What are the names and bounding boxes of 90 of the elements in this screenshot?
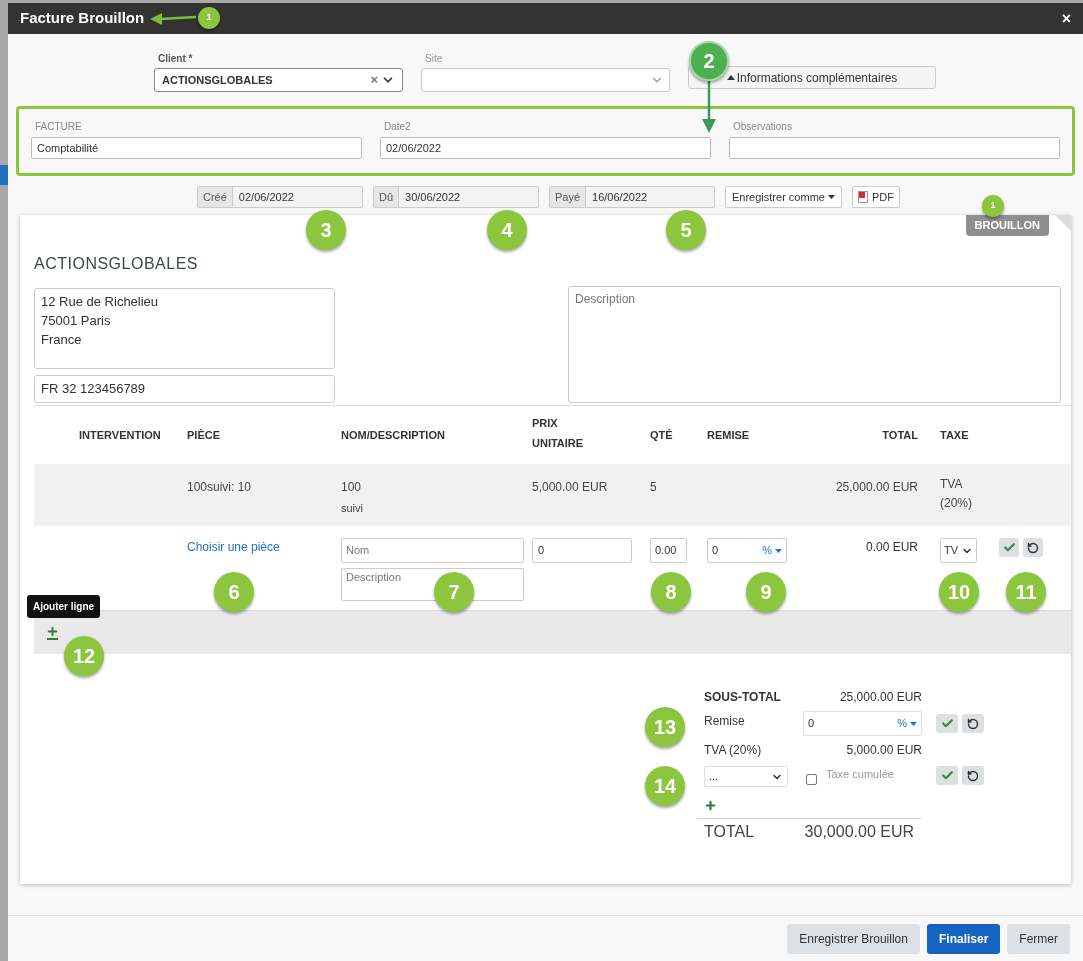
name-field[interactable]: Nom: [341, 538, 524, 563]
choose-part-link[interactable]: Choisir une pièce: [187, 538, 280, 556]
date-value: 02/06/2022: [237, 189, 295, 205]
checkbox[interactable]: [806, 774, 817, 785]
secondary-button[interactable]: Fermer: [1007, 923, 1070, 954]
confirm-button[interactable]: [936, 714, 958, 733]
client-select[interactable]: ACTIONSGLOBALES ×: [154, 68, 403, 92]
add-tax-button[interactable]: [704, 799, 717, 812]
description-field[interactable]: Description: [568, 286, 1061, 403]
caret-up-icon: [726, 75, 735, 80]
date-field[interactable]: Créé 02/06/2022: [197, 186, 363, 208]
table-cell-text: 5,000.00 EUR: [532, 479, 609, 496]
price-field[interactable]: 0: [532, 538, 632, 563]
column-header: TOTAL: [881, 427, 918, 443]
field-label: Date2: [384, 120, 412, 134]
discount-field[interactable]: 0 %: [803, 711, 922, 736]
close-button[interactable]: ×: [1061, 6, 1071, 31]
check-icon: [940, 769, 954, 782]
column-header: TAXE: [940, 427, 970, 443]
column-header: NOM/DESCRIPTION: [341, 427, 446, 443]
secondary-button[interactable]: Enregistrer Brouillon: [787, 923, 920, 954]
total-value: 30,000.00 EUR: [804, 821, 914, 842]
text-field[interactable]: 02/06/2022: [380, 137, 711, 159]
unit-dropdown[interactable]: %: [897, 715, 917, 732]
confirm-button[interactable]: [936, 766, 958, 785]
field-label: Observations: [733, 120, 793, 134]
add-line-button[interactable]: [46, 625, 59, 640]
column-header: PRIX UNITAIRE: [532, 416, 585, 451]
reset-button[interactable]: [962, 766, 984, 785]
tooltip: Ajouter ligne: [27, 595, 101, 618]
quantity-field[interactable]: 0.00: [650, 538, 687, 563]
pdf-file-icon: [857, 191, 868, 203]
check-icon: [1002, 541, 1016, 554]
unit-dropdown[interactable]: %: [762, 542, 782, 559]
discount-label: Remise: [704, 712, 745, 730]
address-field[interactable]: 12 Rue de Richelieu 75001 Paris France: [34, 288, 335, 369]
caret-icon: [910, 721, 917, 726]
caret-icon: [775, 548, 782, 553]
reset-button[interactable]: [962, 714, 984, 733]
table-cell-text: 25,000.00 EUR: [834, 479, 918, 496]
table-cell-text: 100: [341, 479, 363, 496]
caret-icon: [827, 195, 835, 199]
corner-fold-icon: [1055, 215, 1071, 231]
line-total: 0.00 EUR: [864, 539, 918, 556]
tax-label: TVA (20%): [704, 742, 762, 759]
plus-icon: [46, 625, 59, 638]
field-label: Client *: [158, 52, 194, 66]
date-field[interactable]: Dû 30/06/2022: [373, 186, 539, 208]
discount-field[interactable]: 0 %: [707, 538, 787, 563]
text-field[interactable]: [729, 137, 1060, 159]
undo-icon: [1027, 541, 1039, 554]
subtotal-value: 25,000.00 EUR: [839, 689, 922, 706]
tax-amount: 5,000.00 EUR: [846, 742, 922, 759]
text-field[interactable]: Comptabilité: [31, 137, 362, 159]
checkbox-label: Taxe cumulée: [826, 767, 894, 782]
background-list-highlight: [0, 165, 8, 185]
date-value: 16/06/2022: [591, 189, 649, 205]
subtotal-label: SOUS-TOTAL: [704, 689, 781, 706]
field-label: Site: [425, 52, 444, 66]
date-value: 30/06/2022: [404, 189, 462, 205]
confirm-button[interactable]: [999, 538, 1019, 557]
total-label: TOTAL: [704, 821, 755, 842]
column-header: QTÉ: [650, 427, 674, 443]
reset-button[interactable]: [1023, 538, 1043, 557]
customer-name: ACTIONSGLOBALES: [34, 254, 198, 274]
vat-number-field[interactable]: FR 32 123456789: [34, 375, 335, 403]
status-badge: BROUILLON: [965, 215, 1049, 236]
field-label: FACTURE: [35, 120, 83, 134]
date-field[interactable]: Payé 16/06/2022: [549, 186, 715, 208]
window-title: Facture Brouillon: [20, 8, 145, 29]
save-as-button[interactable]: Enregistrer comme: [725, 186, 842, 208]
check-icon: [940, 717, 954, 730]
date-label: Payé: [550, 187, 587, 207]
date-label: Créé: [198, 187, 233, 207]
primary-button[interactable]: Finaliser: [926, 923, 1001, 954]
column-header: INTERVENTION: [78, 427, 162, 443]
tax-select[interactable]: TV: [940, 538, 977, 563]
tax-select[interactable]: ...: [704, 766, 788, 787]
table-cell-text: 100suivi: 10: [187, 479, 253, 496]
table-cell-text: 5: [650, 479, 658, 496]
undo-icon: [967, 769, 979, 782]
column-header: PIÈCE: [187, 427, 221, 443]
date-label: Dû: [374, 187, 400, 207]
clear-icon[interactable]: ×: [370, 70, 378, 90]
table-cell-text: TVA (20%): [940, 476, 973, 512]
plus-icon: [704, 799, 717, 812]
column-header: REMISE: [707, 427, 751, 443]
undo-icon: [967, 717, 979, 730]
pdf-button[interactable]: PDF: [851, 186, 900, 208]
table-cell-text: suivi: [341, 501, 364, 516]
